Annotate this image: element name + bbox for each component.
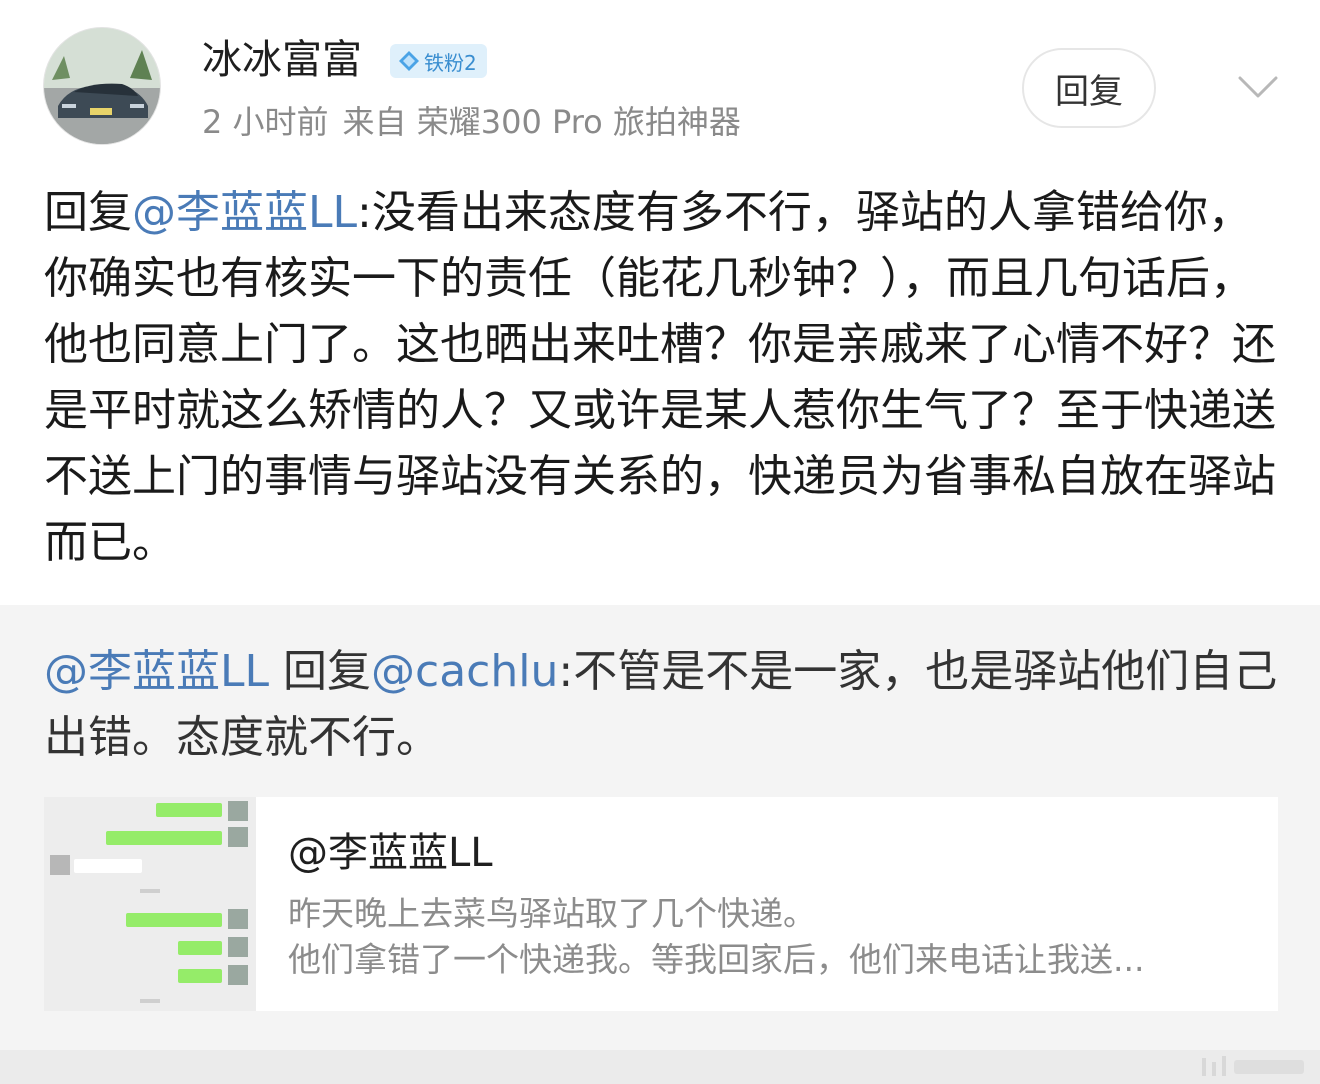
diamond-icon <box>399 51 419 71</box>
comment-body: :没看出来态度有多不行，驿站的人拿错给你，你确实也有核实一下的责任（能花几秒钟？… <box>44 187 1276 568</box>
post-time: 2 小时前 <box>202 103 329 141</box>
card-excerpt-line-2: 他们拿错了一个快递我。等我回家后，他们来电话让我送... <box>288 940 1145 979</box>
watermark-logo <box>1202 1056 1304 1076</box>
quoted-text: @李蓝蓝LL 回复@cachlu:不管是不是一家，也是驿站他们自己出错。态度就不… <box>44 639 1284 771</box>
user-avatar[interactable] <box>44 28 160 144</box>
card-title: @李蓝蓝LL <box>288 830 493 876</box>
chat-screenshot-thumbnail <box>44 797 256 1011</box>
original-post-card[interactable]: @李蓝蓝LL 昨天晚上去菜鸟驿站取了几个快递。 他们拿错了一个快递我。等我回家后… <box>44 797 1278 1011</box>
username[interactable]: 冰冰富富 <box>202 34 362 86</box>
chevron-down-icon[interactable] <box>1236 72 1280 102</box>
fan-badge[interactable]: 铁粉2 <box>390 44 487 78</box>
bottom-divider <box>0 1050 1320 1084</box>
fan-badge-label: 铁粉2 <box>424 50 477 75</box>
card-excerpt-line-1: 昨天晚上去菜鸟驿站取了几个快递。 <box>288 894 816 933</box>
quoted-author-mention[interactable]: @李蓝蓝LL <box>44 646 269 697</box>
post-source: 来自 荣耀300 Pro 旅拍神器 <box>342 103 741 141</box>
reply-button[interactable]: 回复 <box>1022 48 1156 128</box>
reply-prefix: 回复 <box>44 187 132 238</box>
quoted-target-mention[interactable]: @cachlu <box>371 646 558 697</box>
mention-link[interactable]: @李蓝蓝LL <box>132 187 357 238</box>
comment-header: 冰冰富富 铁粉2 2 小时前 来自 荣耀300 Pro 旅拍神器 回复 <box>0 0 1320 160</box>
comment-text: 回复@李蓝蓝LL:没看出来态度有多不行，驿站的人拿错给你，你确实也有核实一下的责… <box>44 180 1284 576</box>
post-meta: 2 小时前 来自 荣耀300 Pro 旅拍神器 <box>202 100 755 144</box>
quoted-comment[interactable]: @李蓝蓝LL 回复@cachlu:不管是不是一家，也是驿站他们自己出错。态度就不… <box>0 605 1320 1050</box>
quoted-reply-word: 回复 <box>269 646 372 697</box>
